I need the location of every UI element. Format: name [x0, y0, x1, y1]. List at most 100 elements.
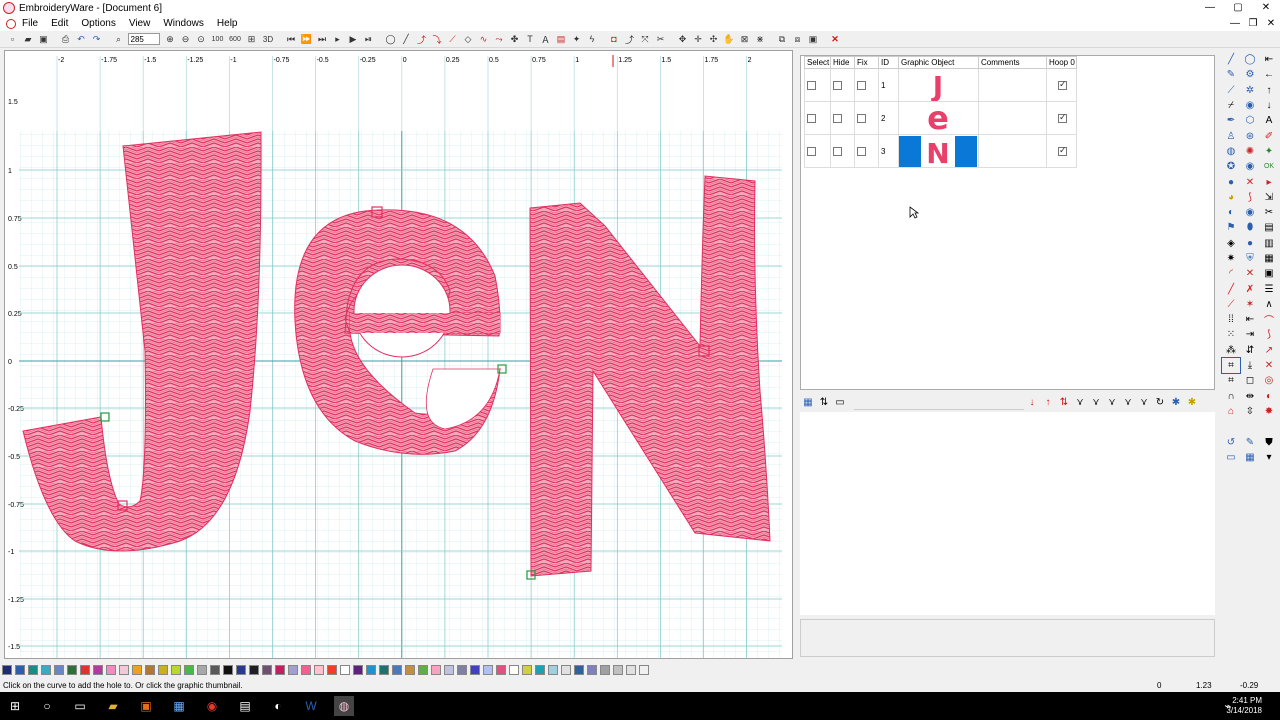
node-join-icon[interactable]: ⋎ [1090, 396, 1102, 408]
play-next-icon[interactable]: ⏭ [316, 33, 329, 45]
frame-icon[interactable]: ▣ [807, 33, 820, 45]
property-pages-icon[interactable]: ▭ [834, 396, 846, 408]
dots-matrix-icon[interactable]: ⁙ [1222, 327, 1240, 342]
thread-color-swatch[interactable] [158, 665, 168, 675]
dots-grid-icon[interactable]: ⁞⁞ [1222, 312, 1240, 327]
hide-checkbox[interactable] [833, 80, 842, 90]
thread-color-swatch[interactable] [275, 665, 285, 675]
thread-color-swatch[interactable] [405, 665, 415, 675]
target-tool-icon[interactable]: ✺ [1241, 144, 1259, 159]
thread-color-swatch[interactable] [301, 665, 311, 675]
doc-minimize-button[interactable]: — [1226, 16, 1244, 31]
word-icon[interactable]: W [301, 696, 321, 716]
spread-tool-icon[interactable]: ⁂ [1222, 343, 1240, 358]
thread-color-swatch[interactable] [561, 665, 571, 675]
stitch-tool-icon[interactable]: ⊛ [1241, 128, 1259, 143]
windows-start-icon[interactable]: ⊞ [5, 696, 25, 716]
bezier-tool-icon[interactable]: ⤵ [431, 33, 444, 45]
thread-color-swatch[interactable] [223, 665, 233, 675]
palette-tool-icon[interactable]: ◕ [1222, 190, 1240, 205]
weight-tool-icon[interactable]: ⌂ [1222, 404, 1240, 419]
swap-icon[interactable]: ⇅ [1058, 396, 1070, 408]
record-tool-icon[interactable]: ◉ [1241, 159, 1259, 174]
col-hide[interactable]: Hide [830, 56, 855, 69]
window-tool-icon[interactable]: ▭ [1222, 450, 1240, 465]
group-icon[interactable]: ⧉ [776, 33, 789, 45]
thread-color-swatch[interactable] [288, 665, 298, 675]
lightroom-icon[interactable]: ▦ [169, 696, 189, 716]
arrow-left-icon[interactable]: ← [1260, 67, 1278, 82]
node-add-icon[interactable]: ⋎ [1106, 396, 1118, 408]
thread-color-swatch[interactable] [366, 665, 376, 675]
cut-tool-icon[interactable]: ✂ [654, 33, 667, 45]
view-3d-button[interactable]: 3D [261, 33, 276, 45]
zoom-in-icon[interactable]: ⊕ [164, 33, 177, 45]
thread-color-swatch[interactable] [249, 665, 259, 675]
badge-tool-icon[interactable]: ✪ [1222, 159, 1240, 174]
node-curve-icon[interactable]: ⟆ [1260, 327, 1278, 342]
thread-color-swatch[interactable] [210, 665, 220, 675]
search-icon[interactable]: ○ [37, 696, 57, 716]
feather-tool-icon[interactable]: ⟆ [1241, 190, 1259, 205]
col-hoop[interactable]: Hoop 0 [1046, 56, 1077, 69]
rotate-icon[interactable]: ↻ [1154, 396, 1166, 408]
hoop-checkbox[interactable] [1058, 145, 1067, 156]
more-tools-icon[interactable]: ▾ [1260, 450, 1278, 465]
cross-tool-icon[interactable]: ✕ [1241, 174, 1259, 189]
node-split-icon[interactable]: ⋎ [1074, 396, 1086, 408]
thread-color-swatch[interactable] [574, 665, 584, 675]
star-tool-icon[interactable]: ✶ [1241, 297, 1259, 312]
fix-checkbox[interactable] [857, 80, 866, 90]
hoop-checkbox[interactable] [1058, 79, 1067, 90]
table-row[interactable]: 3 N [804, 134, 1077, 168]
thread-color-swatch[interactable] [93, 665, 103, 675]
thumbnail-n-selected[interactable]: N [899, 135, 977, 167]
ok-tool-icon[interactable]: OK [1260, 159, 1278, 174]
play-first-icon[interactable]: ⏮ [285, 33, 298, 45]
close-button[interactable]: ✕ [1252, 0, 1280, 16]
mirror-tool-icon[interactable]: ◎ [1260, 373, 1278, 388]
col-fix[interactable]: Fix [854, 56, 879, 69]
thread-color-swatch[interactable] [379, 665, 389, 675]
diamond-tool-icon[interactable]: ◈ [1222, 236, 1240, 251]
maximize-button[interactable]: ▢ [1224, 0, 1252, 16]
thread-color-swatch[interactable] [353, 665, 363, 675]
outlook-icon[interactable]: ▣ [136, 696, 156, 716]
dot-tool-icon[interactable]: ● [1222, 174, 1240, 189]
pencil-tool-icon[interactable]: ✎ [1222, 67, 1240, 82]
pipe-right-icon[interactable]: ⇥ [1241, 327, 1259, 342]
thread-color-swatch[interactable] [67, 665, 77, 675]
col-comments[interactable]: Comments [978, 56, 1047, 69]
hide-checkbox[interactable] [833, 113, 842, 123]
col-select[interactable]: Select [804, 56, 831, 69]
thread-color-swatch[interactable] [457, 665, 467, 675]
thread-color-swatch[interactable] [613, 665, 623, 675]
sphere-tool-icon[interactable]: ● [1241, 236, 1259, 251]
design-svg[interactable]: -2 -1.75 -1.5 -1.25 -1 -0.75 -0.5 -0.25 0 0.25 0.5… [5, 51, 793, 659]
list-tool-icon[interactable]: ☰ [1260, 281, 1278, 296]
clock[interactable]: 2:41 PM 3/14/2018 [1226, 696, 1262, 716]
thread-color-swatch[interactable] [327, 665, 337, 675]
move-down-icon[interactable]: ↓ [1026, 396, 1038, 408]
doc-restore-button[interactable]: ❐ [1244, 16, 1262, 31]
thumbnail-j[interactable]: J [899, 70, 977, 101]
minimize-button[interactable]: — [1196, 0, 1224, 16]
doc-close-button[interactable]: ✕ [1262, 16, 1280, 31]
thread-color-swatch[interactable] [470, 665, 480, 675]
thread-color-swatch[interactable] [522, 665, 532, 675]
satin-tool-icon[interactable]: ✤ [508, 33, 521, 45]
people-tool-icon[interactable]: ♙ [1222, 128, 1240, 143]
menu-file[interactable]: File [22, 18, 38, 29]
zoom-input[interactable] [127, 33, 160, 45]
close-shape-icon[interactable]: ✕ [1260, 358, 1278, 373]
menu-view[interactable]: View [129, 18, 151, 29]
grid-tool-icon[interactable]: ▦ [1260, 251, 1278, 266]
zoom-100-button[interactable]: 100 [210, 33, 225, 45]
thread-color-swatch[interactable] [535, 665, 545, 675]
chrome-icon[interactable]: ◉ [202, 696, 222, 716]
square-tool-icon[interactable]: ◻ [1241, 373, 1259, 388]
draw-tool-icon[interactable]: ⟋ [1222, 297, 1240, 312]
pipe-tool-icon[interactable]: ⇤ [1241, 312, 1259, 327]
letter-e-hole[interactable] [353, 264, 451, 358]
redo-icon[interactable]: ↷ [90, 33, 103, 45]
